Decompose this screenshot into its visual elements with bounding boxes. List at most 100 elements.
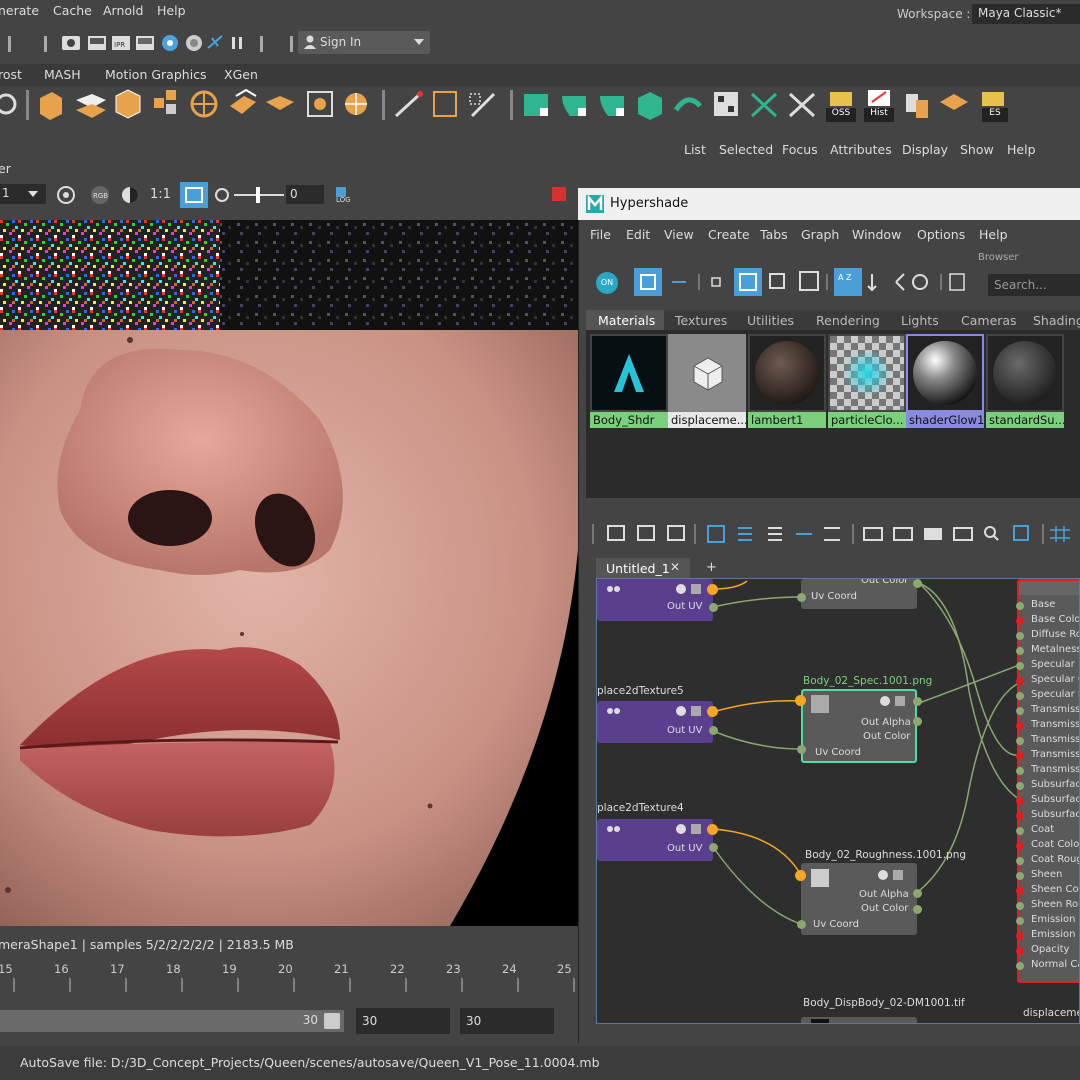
output-port[interactable] [707,584,718,595]
hs-menu-help[interactable]: Help [979,227,1008,242]
hs-menu-window[interactable]: Window [852,227,901,242]
time-slider[interactable]: 15 16 17 18 19 20 21 22 23 24 25 [0,956,578,998]
node-graph[interactable]: Out UV Out Color Uv Coord place2dTexture… [596,578,1080,1024]
shader-attr[interactable]: Specular [1031,659,1075,670]
shader-attr[interactable]: Transmissio [1031,764,1079,775]
tab-shading[interactable]: Shading [1033,313,1080,328]
roughness-file-node[interactable]: Out Alpha Out Color Uv Coord [801,863,917,935]
shader-attr[interactable]: Coat [1031,824,1054,835]
node-options-icon[interactable] [675,823,705,835]
tab-textures[interactable]: Textures [675,313,727,328]
hs-menu-graph[interactable]: Graph [801,227,839,242]
material-swatch[interactable]: particleClo... [828,334,906,428]
shader-attr[interactable]: Transmissio [1031,704,1079,715]
animation-end-field[interactable]: 30 [460,1008,554,1034]
output-port[interactable] [913,579,922,588]
hs-menu-options[interactable]: Options [917,227,965,242]
place2d-node-top[interactable]: Out UV [597,579,713,621]
menu-arnold[interactable]: Arnold [103,3,143,18]
shader-attr[interactable]: Specular Ro [1031,689,1079,700]
outliner-menu-selected[interactable]: Selected [719,142,773,157]
shader-attr[interactable]: Emission [1031,914,1076,925]
place2d-node-5[interactable]: Out UV [597,701,713,743]
shader-attr[interactable]: Diffuse Rou [1031,629,1079,640]
shader-attr[interactable]: Subsurface [1031,794,1079,805]
material-swatch[interactable]: standardSu... [986,334,1064,428]
shader-attr[interactable]: Coat Rough [1031,854,1079,865]
outliner-menu-show[interactable]: Show [960,142,994,157]
range-slider[interactable]: 30 [0,1010,344,1032]
shader-attr[interactable]: Sheen [1031,869,1062,880]
input-port[interactable] [795,695,806,706]
ratio-label[interactable]: 1:1 [150,187,171,202]
shader-attr[interactable]: Subsurface [1031,809,1079,820]
stop-render-button[interactable] [552,187,566,201]
tab-rendering[interactable]: Rendering [816,313,880,328]
es-label[interactable]: ES [982,108,1008,122]
material-swatch[interactable]: Body_Shdr [590,334,668,428]
input-port[interactable] [795,870,806,881]
output-port[interactable] [913,717,922,726]
shader-attr[interactable]: Base Color [1031,614,1079,625]
hs-menu-tabs[interactable]: Tabs [760,227,788,242]
shader-attr[interactable]: Transmissio [1031,749,1079,760]
outliner-menu-attributes[interactable]: Attributes [830,142,892,157]
shader-attr[interactable]: Metalness [1031,644,1079,655]
playback-end-field[interactable]: 30 [356,1008,450,1034]
shader-attr[interactable]: Specular Co [1031,674,1079,685]
shelf-icons[interactable] [0,86,1080,126]
hs-menu-edit[interactable]: Edit [626,227,650,242]
output-port[interactable] [707,824,718,835]
exposure-slider-handle[interactable] [256,187,260,203]
node-options-icon[interactable] [879,695,913,707]
input-port[interactable] [797,745,806,754]
workspace-select[interactable]: Maya Classic* [972,4,1080,24]
shader-attr[interactable]: Normal Car [1031,959,1079,970]
node-options-icon[interactable] [675,705,705,717]
node-editor-tool-icons[interactable] [586,516,1080,552]
shader-attr[interactable]: Sheen Colo [1031,884,1079,895]
browser-search-input[interactable]: Search... [988,274,1080,296]
toggle-on-button[interactable]: ON [596,272,618,294]
shader-attr[interactable]: Subsurface [1031,779,1079,790]
shader-attr[interactable]: Transmissio [1031,719,1079,730]
material-swatch[interactable]: displaceme... [668,334,746,428]
chevron-down-icon[interactable] [414,39,424,45]
tab-utilities[interactable]: Utilities [747,313,794,328]
outliner-menu-list[interactable]: List [684,142,706,157]
shader-attr[interactable]: Base [1031,599,1055,610]
menu-help[interactable]: Help [157,3,186,18]
frame-region-button[interactable] [180,182,208,208]
input-port[interactable] [797,593,806,602]
material-swatch-selected[interactable]: shaderGlow1 [906,334,984,428]
spec-file-node[interactable]: Out Alpha Out Color Uv Coord [801,689,917,763]
shelf-tab-motion-graphics[interactable]: Motion Graphics [105,67,207,82]
shelf-tab-xgen[interactable]: XGen [224,67,258,82]
shader-attr[interactable]: Transmissio [1031,734,1079,745]
outliner-menu-focus[interactable]: Focus [782,142,818,157]
hs-menu-view[interactable]: View [664,227,694,242]
file-texture-node-top[interactable]: Out Color Uv Coord [801,579,917,609]
close-icon[interactable]: ✕ [670,560,680,574]
shader-input-ports[interactable] [1015,597,1029,977]
output-port[interactable] [707,706,718,717]
output-port[interactable] [709,843,718,852]
material-swatch[interactable]: lambert1 [748,334,826,428]
displacement-file-node[interactable] [801,1017,917,1023]
tab-materials[interactable]: Materials [598,313,655,328]
hypershade-titlebar[interactable]: Hypershade [578,188,1080,220]
tab-cameras[interactable]: Cameras [961,313,1017,328]
hist-label[interactable]: Hist [864,108,894,122]
shader-attr[interactable]: Opacity [1031,944,1069,955]
shader-attr[interactable]: Emission C [1031,929,1079,940]
range-handle[interactable] [324,1013,340,1029]
output-port[interactable] [709,603,718,612]
place2d-node-4[interactable]: Out UV [597,819,713,861]
output-port[interactable] [913,905,922,914]
log-button[interactable]: LOG [334,185,354,205]
output-port[interactable] [913,889,922,898]
hs-menu-create[interactable]: Create [708,227,750,242]
outliner-menu-help[interactable]: Help [1007,142,1036,157]
sign-in-button[interactable]: Sign In [298,31,430,54]
output-port[interactable] [709,726,718,735]
